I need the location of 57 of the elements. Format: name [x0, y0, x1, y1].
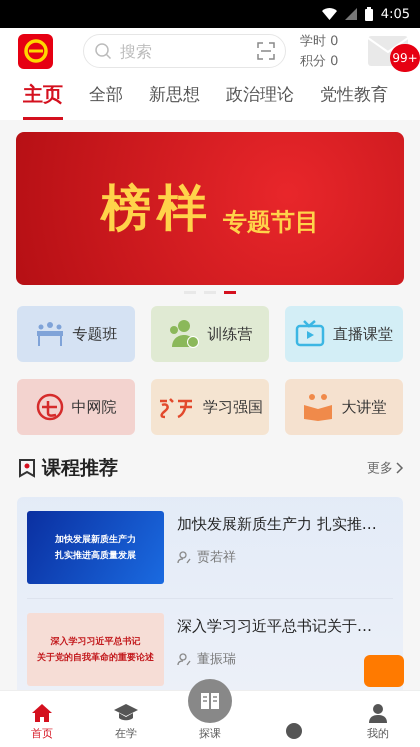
no-signal-icon: [344, 8, 357, 20]
category-tab[interactable]: 新思想: [149, 80, 200, 120]
shortcut-tile[interactable]: 直播课堂: [285, 306, 403, 362]
classroom-icon: [34, 320, 64, 348]
shortcut-tile[interactable]: 大讲堂: [285, 379, 403, 435]
status-time: 4:05: [380, 6, 410, 22]
graduation-cap-icon: [113, 703, 139, 723]
banner-title: 榜样: [101, 177, 213, 239]
person-icon: [177, 550, 191, 564]
book-readers-icon: [302, 393, 334, 421]
scan-icon[interactable]: [257, 42, 275, 60]
course-title[interactable]: 深入学习习近平总书记关于…: [177, 617, 372, 636]
thumbnail-caption: 加快发展新质生产力: [55, 533, 136, 546]
banner-subtitle: 专题节目: [223, 206, 319, 238]
circle-emblem-icon: [36, 393, 64, 421]
nav-tab[interactable]: 在学: [84, 691, 168, 747]
author-name: 董振瑞: [197, 651, 236, 668]
course-thumbnail[interactable]: 深入学习习近平总书记 关于党的自我革命的重要论述: [27, 613, 164, 686]
category-tab[interactable]: 主页: [23, 80, 63, 120]
chevron-right-icon: [396, 462, 404, 474]
person-icon: [367, 703, 389, 723]
course-title[interactable]: 加快发展新质生产力 扎实推…: [177, 515, 377, 534]
author-name: 贾若祥: [197, 549, 236, 566]
shortcut-tile[interactable]: 训练营: [151, 306, 269, 362]
floating-action-button[interactable]: [364, 655, 404, 687]
stat-text: 积分 0: [300, 53, 340, 70]
calligraphy-icon: [157, 395, 195, 419]
wifi-icon: [322, 8, 337, 20]
thumbnail-caption: 关于党的自我革命的重要论述: [37, 651, 154, 664]
thumbnail-caption: 深入学习习近平总书记: [50, 635, 140, 648]
shortcut-tile[interactable]: 专题班: [17, 306, 135, 362]
circle-icon: [283, 721, 305, 741]
nav-tab[interactable]: 我的: [336, 691, 420, 747]
more-link[interactable]: 更多: [367, 459, 404, 477]
category-tab[interactable]: 党性教育: [320, 80, 388, 120]
home-icon: [31, 703, 53, 723]
people-clock-icon: [168, 319, 200, 349]
search-icon: [94, 42, 112, 60]
thumbnail-caption: 扎实推进高质量发展: [55, 549, 136, 562]
bookmark-star-icon: [18, 458, 36, 478]
stat-text: 学时 0: [300, 33, 340, 50]
shortcut-tile[interactable]: 中网院: [17, 379, 135, 435]
tv-play-icon: [295, 320, 325, 348]
category-tab[interactable]: 政治理论: [226, 80, 294, 120]
message-count-badge: 99+: [390, 44, 420, 72]
app-logo: [18, 34, 53, 68]
person-icon: [177, 652, 191, 666]
banner[interactable]: 榜样 专题节目: [16, 132, 404, 285]
nav-tab[interactable]: 首页: [0, 691, 84, 747]
search-field[interactable]: 搜索: [83, 34, 286, 68]
search-input[interactable]: 搜索: [118, 40, 251, 62]
section-title: 课程推荐: [42, 456, 118, 481]
category-tab[interactable]: 全部: [89, 80, 123, 120]
shortcut-tile[interactable]: 学习强国: [151, 379, 269, 435]
course-thumbnail[interactable]: 加快发展新质生产力 扎实推进高质量发展: [27, 511, 164, 584]
battery-icon: [364, 7, 373, 21]
nav-tab[interactable]: 探课: [168, 675, 252, 747]
